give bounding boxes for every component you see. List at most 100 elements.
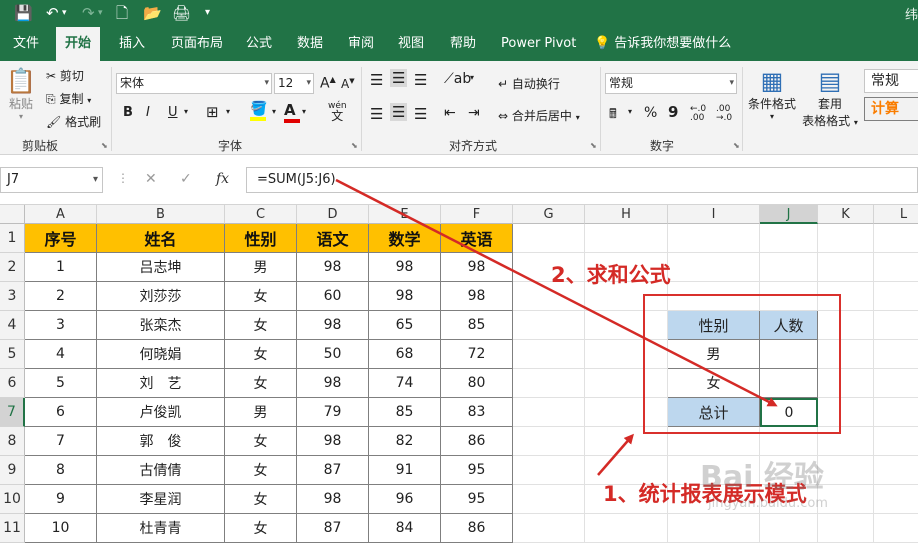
cell-l2[interactable]	[874, 253, 918, 282]
table-cell[interactable]: 98	[297, 369, 369, 398]
cell-g8[interactable]	[513, 427, 585, 456]
clipboard-launcher-icon[interactable]: ⬊	[101, 141, 108, 150]
paste-button[interactable]: 📋 粘贴 ▾	[6, 67, 36, 121]
table-cell[interactable]: 卢俊凯	[97, 398, 225, 427]
table-header-cell[interactable]: 性别	[225, 224, 297, 253]
table-cell[interactable]: 98	[297, 485, 369, 514]
table-cell[interactable]: 84	[369, 514, 441, 543]
cell-i2[interactable]	[668, 253, 760, 282]
align-top-icon[interactable]: ☰	[370, 71, 383, 89]
table-cell[interactable]: 85	[369, 398, 441, 427]
accounting-dropdown-icon[interactable]: ▾	[628, 107, 632, 116]
table-cell[interactable]: 5	[25, 369, 97, 398]
cell-l1[interactable]	[874, 224, 918, 253]
row-header-9[interactable]: 9	[0, 456, 25, 485]
align-middle-icon[interactable]: ☰	[390, 69, 408, 87]
align-center-icon[interactable]: ☰	[390, 103, 408, 121]
table-cell[interactable]: 刘 艺	[97, 369, 225, 398]
cell-i1[interactable]	[668, 224, 760, 253]
table-cell[interactable]: 男	[225, 253, 297, 282]
cell-g4[interactable]	[513, 311, 585, 340]
align-bottom-icon[interactable]: ☰	[414, 71, 427, 89]
column-header-j[interactable]: J	[760, 205, 818, 224]
tab-insert[interactable]: 插入	[110, 27, 154, 61]
orientation-icon[interactable]: ⟋ab	[444, 71, 471, 87]
cell-l11[interactable]	[874, 514, 918, 543]
redo-dropdown-icon[interactable]: ▾	[98, 3, 103, 23]
column-header-b[interactable]: B	[97, 205, 225, 224]
font-launcher-icon[interactable]: ⬊	[351, 141, 358, 150]
table-cell[interactable]: 1	[25, 253, 97, 282]
enter-icon[interactable]: ✓	[180, 171, 192, 187]
more-options-icon[interactable]: ⋮	[117, 171, 129, 185]
grow-font-button[interactable]: A▲	[320, 75, 336, 92]
cell-style-normal[interactable]: 常规	[864, 69, 918, 93]
table-header-cell[interactable]: 英语	[441, 224, 513, 253]
cut-button[interactable]: ✂ 剪切	[46, 67, 84, 84]
align-right-icon[interactable]: ☰	[414, 105, 427, 123]
table-cell[interactable]: 4	[25, 340, 97, 369]
cell-i11[interactable]	[668, 514, 760, 543]
tab-page-layout[interactable]: 页面布局	[162, 27, 232, 61]
table-cell[interactable]: 91	[369, 456, 441, 485]
column-header-c[interactable]: C	[225, 205, 297, 224]
shrink-font-button[interactable]: A▼	[341, 77, 355, 91]
column-header-g[interactable]: G	[513, 205, 585, 224]
table-cell[interactable]: 7	[25, 427, 97, 456]
tab-formulas[interactable]: 公式	[237, 27, 281, 61]
tab-file[interactable]: 文件	[4, 27, 48, 61]
table-cell[interactable]: 女	[225, 340, 297, 369]
row-header-5[interactable]: 5	[0, 340, 25, 369]
table-cell[interactable]: 何晓娟	[97, 340, 225, 369]
accounting-format-icon[interactable]: 🖩	[609, 105, 617, 127]
print-preview-icon[interactable]: 🖨	[172, 3, 191, 23]
row-header-3[interactable]: 3	[0, 282, 25, 311]
percent-button[interactable]: %	[644, 105, 657, 121]
table-cell[interactable]: 98	[297, 427, 369, 456]
table-cell[interactable]: 女	[225, 282, 297, 311]
cell-g6[interactable]	[513, 369, 585, 398]
decrease-indent-icon[interactable]: ⇤	[444, 105, 456, 121]
row-header-1[interactable]: 1	[0, 224, 25, 253]
table-cell[interactable]: 68	[369, 340, 441, 369]
table-cell[interactable]: 95	[441, 485, 513, 514]
save-icon[interactable]: 💾	[14, 3, 33, 23]
row-header-10[interactable]: 10	[0, 485, 25, 514]
copy-button[interactable]: ⎘ 复制 ▾	[46, 90, 91, 107]
merge-center-button[interactable]: ⇔ 合并后居中 ▾	[498, 107, 580, 124]
cell-k2[interactable]	[818, 253, 874, 282]
column-header-k[interactable]: K	[818, 205, 874, 224]
table-cell[interactable]: 女	[225, 514, 297, 543]
table-cell[interactable]: 98	[369, 282, 441, 311]
table-cell[interactable]: 女	[225, 311, 297, 340]
cell-style-calculation[interactable]: 计算	[864, 97, 918, 121]
table-cell[interactable]: 张栾杰	[97, 311, 225, 340]
table-cell[interactable]: 刘莎莎	[97, 282, 225, 311]
column-header-f[interactable]: F	[441, 205, 513, 224]
cell-l10[interactable]	[874, 485, 918, 514]
tab-review[interactable]: 审阅	[339, 27, 383, 61]
cell-g5[interactable]	[513, 340, 585, 369]
open-folder-icon[interactable]: 📂	[143, 3, 162, 23]
redo-icon[interactable]: ↷	[82, 3, 95, 23]
tab-data[interactable]: 数据	[288, 27, 332, 61]
cell-g7[interactable]	[513, 398, 585, 427]
borders-dropdown-icon[interactable]: ▾	[226, 107, 230, 116]
cell-k11[interactable]	[818, 514, 874, 543]
font-name-combo[interactable]: 宋体 ▾	[116, 73, 272, 94]
table-header-cell[interactable]: 数学	[369, 224, 441, 253]
decrease-decimal-icon[interactable]: .00 →.0	[716, 105, 732, 123]
table-header-cell[interactable]: 姓名	[97, 224, 225, 253]
column-header-i[interactable]: I	[668, 205, 760, 224]
italic-button[interactable]: I	[146, 105, 150, 120]
table-cell[interactable]: 98	[297, 253, 369, 282]
table-cell[interactable]: 96	[369, 485, 441, 514]
table-cell[interactable]: 女	[225, 369, 297, 398]
table-cell[interactable]: 男	[225, 398, 297, 427]
format-painter-button[interactable]: 🖌 格式刷	[46, 113, 101, 130]
borders-icon[interactable]: ⊞	[206, 103, 219, 121]
undo-icon[interactable]: ↶	[46, 3, 59, 23]
table-cell[interactable]: 80	[441, 369, 513, 398]
customize-qat-icon[interactable]: ▾	[205, 3, 210, 23]
table-cell[interactable]: 74	[369, 369, 441, 398]
